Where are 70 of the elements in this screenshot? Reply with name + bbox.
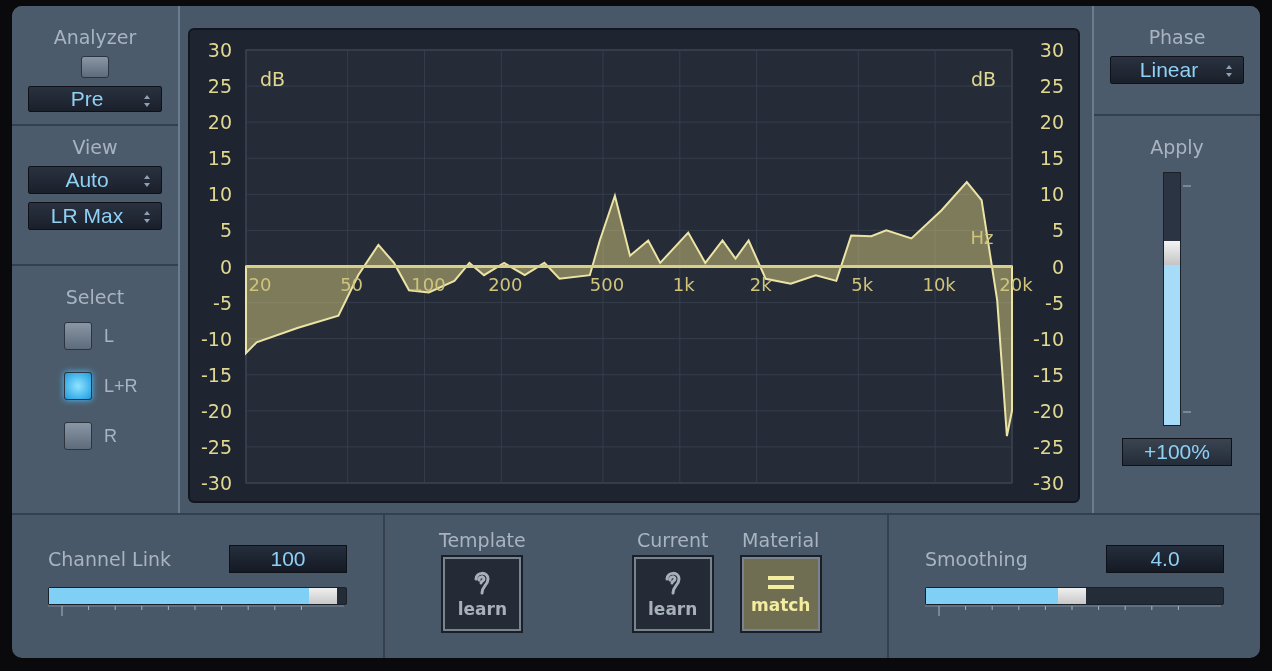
frequency-label: 10k <box>922 273 956 295</box>
channel-link-value: 100 <box>229 545 347 573</box>
stepper-icon <box>143 174 151 188</box>
smoothing-value: 4.0 <box>1106 545 1224 573</box>
frequency-label: 1k <box>672 273 695 295</box>
db-scale-label: 10 <box>1039 183 1064 206</box>
channel-select-button[interactable] <box>64 372 92 400</box>
frequency-label: 5k <box>851 273 874 295</box>
db-scale-label: 0 <box>219 255 232 278</box>
db-scale-label: -30 <box>200 472 232 494</box>
db-scale-label: 30 <box>207 39 232 61</box>
apply-slider[interactable] <box>1163 172 1181 426</box>
phase-dropdown[interactable]: Linear <box>1110 56 1244 84</box>
channel-link-label: Channel Link <box>48 548 171 570</box>
analyzer-toggle[interactable] <box>81 56 109 78</box>
smoothing-label: Smoothing <box>925 548 1028 570</box>
db-unit-label: dB <box>260 68 286 90</box>
db-scale-label: 20 <box>1039 111 1064 134</box>
db-scale-label: -10 <box>1032 327 1064 350</box>
channel-link-slider[interactable] <box>48 587 347 605</box>
frequency-label: 200 <box>488 273 523 295</box>
apply-value: +100% <box>1122 438 1232 466</box>
channel-select-button[interactable] <box>64 422 92 450</box>
db-scale-label: -25 <box>1032 435 1064 458</box>
db-scale-label: 15 <box>1039 147 1064 170</box>
db-scale-label: 25 <box>207 75 232 98</box>
frequency-label: 2k <box>749 273 772 295</box>
channel-label: L <box>104 325 114 347</box>
stepper-icon <box>143 94 151 108</box>
channel-label: R <box>104 425 117 447</box>
learn-button[interactable]: learn <box>633 557 712 631</box>
view-label: View <box>72 136 118 158</box>
db-unit-label: dB <box>970 68 996 90</box>
phase-label: Phase <box>1148 26 1206 48</box>
db-scale-label: 15 <box>207 147 232 170</box>
db-scale-label: -5 <box>213 291 232 314</box>
db-scale-label: -20 <box>200 399 232 422</box>
stepper-icon <box>1225 64 1233 78</box>
db-scale-label: -5 <box>1045 291 1064 314</box>
frequency-label: 20 <box>248 273 272 295</box>
learn-group-label: Material <box>742 529 820 551</box>
smoothing-slider[interactable] <box>925 587 1224 605</box>
stepper-icon <box>143 210 151 224</box>
db-scale-label: 0 <box>1051 255 1064 278</box>
view-scale-dropdown[interactable]: Auto <box>28 166 162 194</box>
db-scale-label: -20 <box>1032 399 1064 422</box>
db-scale-label: -15 <box>200 363 232 386</box>
select-label: Select <box>65 286 125 308</box>
db-scale-label: 25 <box>1039 75 1064 98</box>
view-channel-dropdown[interactable]: LR Max <box>28 202 162 230</box>
analyzer-label: Analyzer <box>53 26 137 48</box>
db-scale-label: -15 <box>1032 363 1064 386</box>
channel-label: L+R <box>104 375 138 397</box>
db-scale-label: -25 <box>200 435 232 458</box>
learn-group-label: Template <box>439 529 526 551</box>
db-scale-label: -30 <box>1032 472 1064 494</box>
db-scale-label: 10 <box>207 183 232 206</box>
frequency-label: 500 <box>589 273 625 295</box>
learn-group-label: Current <box>637 529 709 551</box>
db-scale-label: 5 <box>219 219 232 242</box>
channel-select-button[interactable] <box>64 322 92 350</box>
learn-button[interactable]: learn <box>443 557 522 631</box>
db-scale-label: -10 <box>200 327 232 350</box>
db-scale-label: 30 <box>1039 39 1064 61</box>
db-scale-label: 5 <box>1051 219 1064 242</box>
analyzer-mode-dropdown[interactable]: Pre <box>28 86 162 112</box>
apply-label: Apply <box>1150 136 1204 158</box>
match-button[interactable]: match <box>741 557 820 631</box>
db-scale-label: 20 <box>207 111 232 134</box>
frequency-label: 100 <box>411 273 446 295</box>
